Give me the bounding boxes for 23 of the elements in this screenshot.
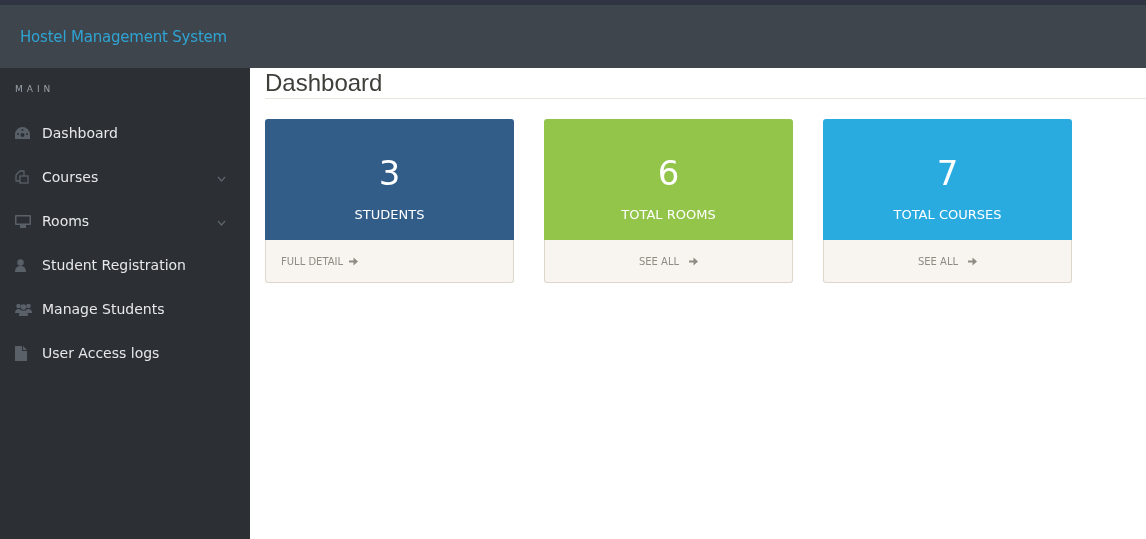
stat-label: TOTAL ROOMS [621,207,716,222]
arrow-right-icon [689,256,699,266]
stat-value: 3 [378,153,401,193]
page-title: Dashboard [265,69,383,97]
stat-label: TOTAL COURSES [893,207,1002,222]
sidebar-item[interactable]: Courses [0,155,250,199]
users-icon [15,302,32,316]
stat-value: 7 [936,153,959,193]
sidebar-item[interactable]: Dashboard [0,111,250,155]
section-label: MAIN [14,83,56,95]
dashboard-icon [15,127,30,139]
sidebar-item[interactable]: Manage Students [0,287,250,331]
copy-icon [15,170,29,184]
sidebar-item[interactable]: User Access logs [0,331,250,375]
stat-label: STUDENTS [354,207,425,222]
arrow-right-icon [968,256,978,266]
sidebar-item[interactable]: Rooms [0,199,250,243]
arrow-right-icon [349,256,359,266]
sidebar-item[interactable]: Student Registration [0,243,250,287]
stat-value: 6 [657,153,680,193]
user-icon [15,258,26,272]
monitor-icon [15,214,31,228]
file-icon [15,345,27,361]
